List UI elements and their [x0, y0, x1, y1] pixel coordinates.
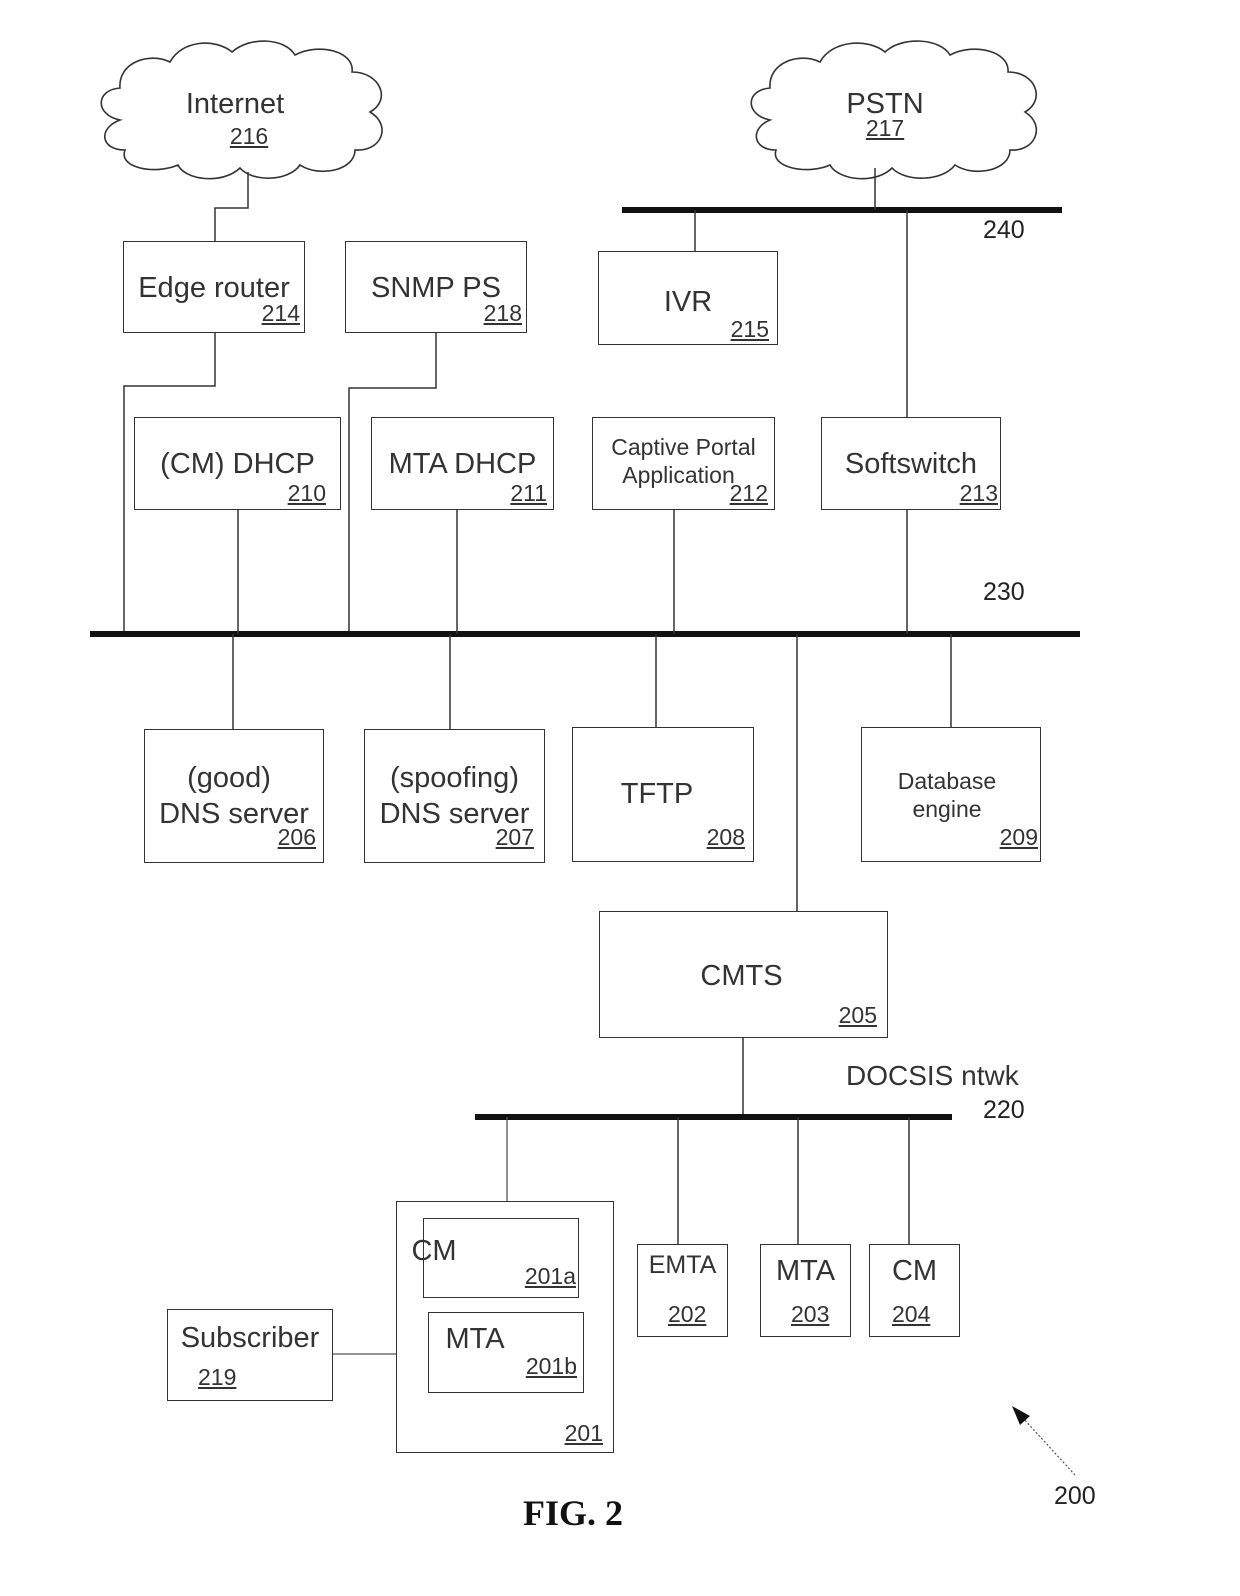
softswitch-node[interactable]: Softswitch 213: [821, 417, 1001, 510]
cm-dhcp-node[interactable]: (CM) DHCP 210: [134, 417, 341, 510]
mta-node[interactable]: MTA 203: [760, 1244, 851, 1337]
captive-portal-node[interactable]: Captive Portal Application 212: [592, 417, 775, 510]
cm-201a-label: CM: [411, 1235, 457, 1267]
arrowhead-icon: [1012, 1406, 1030, 1425]
tftp-node[interactable]: TFTP 208: [572, 727, 754, 862]
snmp-ps-node[interactable]: SNMP PS 218: [345, 241, 527, 333]
subscriber-label: Subscriber: [180, 1322, 320, 1354]
emta-ref: 202: [668, 1301, 707, 1327]
emta-node[interactable]: EMTA 202: [637, 1244, 728, 1337]
edge-router-node[interactable]: Edge router 214: [123, 241, 305, 333]
database-engine-label-line1: Database: [897, 768, 997, 794]
spoofing-dns-label-line1: (spoofing): [390, 762, 519, 794]
cm-ref: 204: [892, 1301, 931, 1327]
mta-ref: 203: [791, 1301, 830, 1327]
device-201-ref: 201: [564, 1420, 603, 1446]
figure-reference-200: 200: [1054, 1482, 1096, 1510]
subscriber-node[interactable]: Subscriber 219: [167, 1309, 333, 1401]
good-dns-ref: 206: [277, 824, 316, 850]
snmp-ps-label: SNMP PS: [370, 272, 501, 304]
database-engine-ref: 209: [999, 824, 1038, 850]
pstn-ref: 217: [865, 115, 905, 141]
cmts-ref: 205: [838, 1002, 877, 1028]
edge-router-ref: 214: [261, 300, 300, 326]
pstn-cloud: PSTN 217: [810, 90, 960, 140]
figure-caption: FIG. 2: [523, 1493, 624, 1533]
spoofing-dns-server-node[interactable]: (spoofing) DNS server 207: [364, 729, 545, 863]
good-dns-label-line1: (good): [187, 762, 271, 794]
database-engine-node[interactable]: Database engine 209: [861, 727, 1041, 862]
reference-arrow-200: [1021, 1416, 1076, 1476]
tftp-label: TFTP: [620, 778, 694, 810]
subscriber-ref: 219: [198, 1364, 237, 1390]
mta-201b-node[interactable]: MTA 201b: [428, 1312, 584, 1393]
bus-220-label: 220: [983, 1096, 1025, 1124]
captive-portal-ref: 212: [729, 480, 768, 506]
cm-node[interactable]: CM 204: [869, 1244, 960, 1337]
ivr-ref: 215: [730, 316, 769, 342]
ivr-label: IVR: [663, 286, 713, 318]
link-internet-edge-router: [214, 172, 249, 242]
cm-dhcp-ref: 210: [287, 480, 326, 506]
softswitch-label: Softswitch: [844, 448, 978, 480]
good-dns-server-node[interactable]: (good) DNS server 206: [144, 729, 324, 863]
internet-label: Internet: [185, 88, 285, 120]
database-engine-label-line2: engine: [912, 796, 982, 822]
mta-dhcp-node[interactable]: MTA DHCP 211: [371, 417, 554, 510]
ivr-node[interactable]: IVR 215: [598, 251, 778, 345]
internet-cloud: Internet 216: [160, 90, 310, 148]
snmp-ps-ref: 218: [483, 300, 522, 326]
tftp-ref: 208: [706, 824, 745, 850]
cmts-label: CMTS: [700, 960, 783, 992]
captive-portal-label-line1: Captive Portal: [611, 434, 756, 460]
spoofing-dns-ref: 207: [495, 824, 534, 850]
emta-label: EMTA: [648, 1251, 717, 1279]
cm-label: CM: [891, 1255, 938, 1287]
bus-230-label: 230: [983, 578, 1025, 606]
mta-label: MTA: [775, 1255, 836, 1287]
cm-201a-node[interactable]: CM 201a: [411, 1218, 579, 1298]
mta-201b-ref: 201b: [525, 1353, 577, 1379]
mta-201b-label: MTA: [445, 1323, 505, 1355]
mta-dhcp-label: MTA DHCP: [388, 448, 537, 480]
mta-dhcp-ref: 211: [510, 480, 547, 506]
edge-router-label: Edge router: [138, 272, 290, 304]
cm-dhcp-label: (CM) DHCP: [160, 448, 315, 480]
internet-ref: 216: [229, 123, 269, 149]
docsis-network-label: DOCSIS ntwk: [846, 1060, 1019, 1091]
bus-240-label: 240: [983, 216, 1025, 244]
softswitch-ref: 213: [959, 480, 998, 506]
cmts-node[interactable]: CMTS 205: [599, 911, 888, 1038]
cm-201a-ref: 201a: [524, 1263, 576, 1289]
